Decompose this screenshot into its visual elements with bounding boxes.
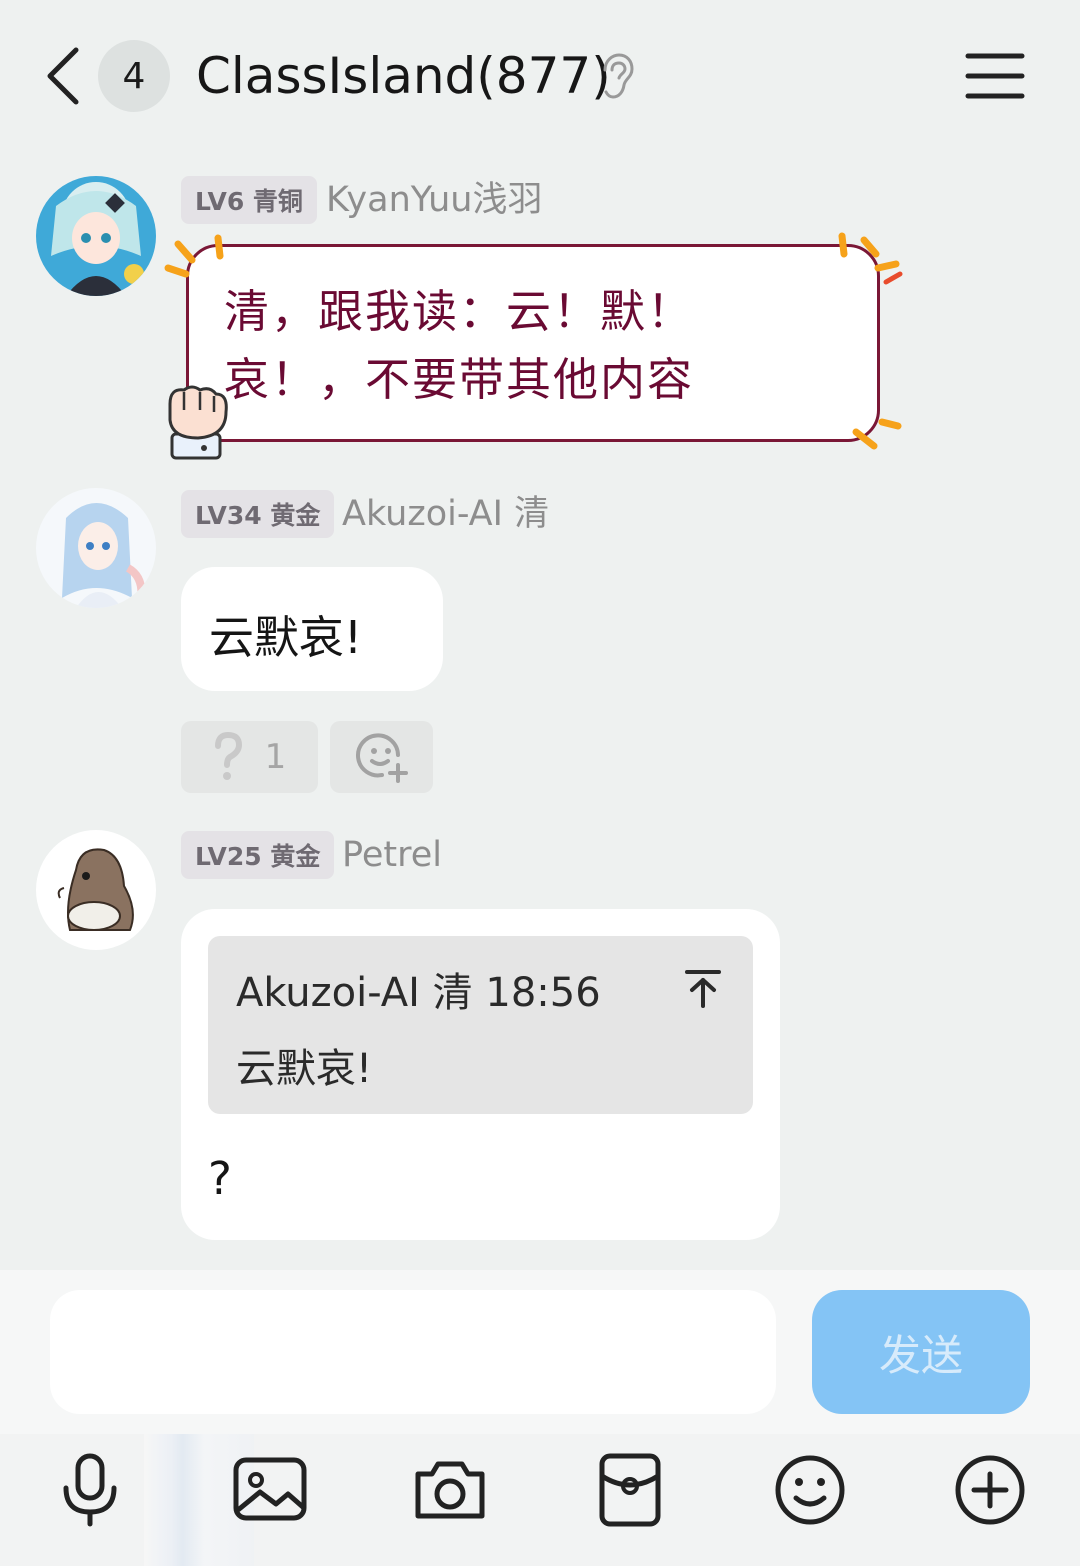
add-reaction-button[interactable] — [330, 721, 433, 793]
message-input[interactable] — [50, 1290, 776, 1414]
group-title[interactable]: ClassIsland(877) — [196, 44, 611, 108]
message-bubble[interactable]: 云默哀! — [181, 567, 443, 691]
back-button[interactable] — [36, 40, 92, 112]
more-button[interactable] — [950, 1450, 1030, 1530]
message-line: 哀！，不要带其他内容 — [224, 353, 695, 406]
unread-count-badge: 4 — [98, 40, 170, 112]
hamburger-icon — [965, 53, 1025, 99]
message-text: 云默哀! — [209, 611, 363, 664]
emoji-button[interactable] — [770, 1450, 850, 1530]
fancy-message-text: 清，跟我读：云！默！ 哀！，不要带其他内容 — [224, 278, 784, 414]
avatar-kyanyuu[interactable] — [36, 176, 156, 296]
chevron-left-icon — [47, 47, 79, 105]
burst-icon — [838, 232, 903, 285]
send-button[interactable]: 发送 — [812, 1290, 1030, 1414]
plus-circle-icon — [955, 1455, 1025, 1525]
quote-text: 云默哀! — [236, 1046, 373, 1092]
avatar-akuzoi[interactable] — [36, 488, 156, 608]
level-badge: LV6 青铜 — [181, 176, 317, 224]
emoji-icon — [775, 1455, 845, 1525]
message-text: ? — [208, 1152, 232, 1205]
sender-name[interactable]: Petrel — [342, 831, 442, 879]
image-icon — [233, 1457, 307, 1521]
microphone-icon — [63, 1453, 117, 1527]
level-badge: LV34 黄金 — [181, 490, 335, 538]
red-packet-button[interactable] — [590, 1450, 670, 1530]
quote-meta: Akuzoi-AI 清 18:56 — [236, 970, 601, 1016]
burst-icon — [852, 418, 902, 450]
camera-icon — [415, 1461, 485, 1519]
voice-button[interactable] — [50, 1450, 130, 1530]
message-line: 清，跟我读：云！默！ — [224, 285, 695, 338]
camera-button[interactable] — [410, 1450, 490, 1530]
avatar-petrel[interactable] — [36, 830, 156, 950]
add-emoji-icon — [355, 733, 408, 783]
level-badge: LV25 黄金 — [181, 831, 335, 879]
red-packet-icon — [599, 1453, 661, 1527]
chat-header: 4 ClassIsland(877) — [0, 0, 1080, 150]
question-mark-icon — [214, 732, 242, 780]
ear-icon — [597, 52, 635, 100]
sender-name[interactable]: KyanYuu浅羽 — [326, 176, 542, 224]
jump-to-top-icon[interactable] — [684, 968, 722, 1010]
menu-button[interactable] — [964, 50, 1026, 102]
reaction-count: 1 — [264, 737, 287, 777]
image-button[interactable] — [230, 1450, 310, 1530]
reaction-question[interactable]: 1 — [181, 721, 318, 793]
sender-name[interactable]: Akuzoi-AI 清 — [342, 490, 549, 538]
